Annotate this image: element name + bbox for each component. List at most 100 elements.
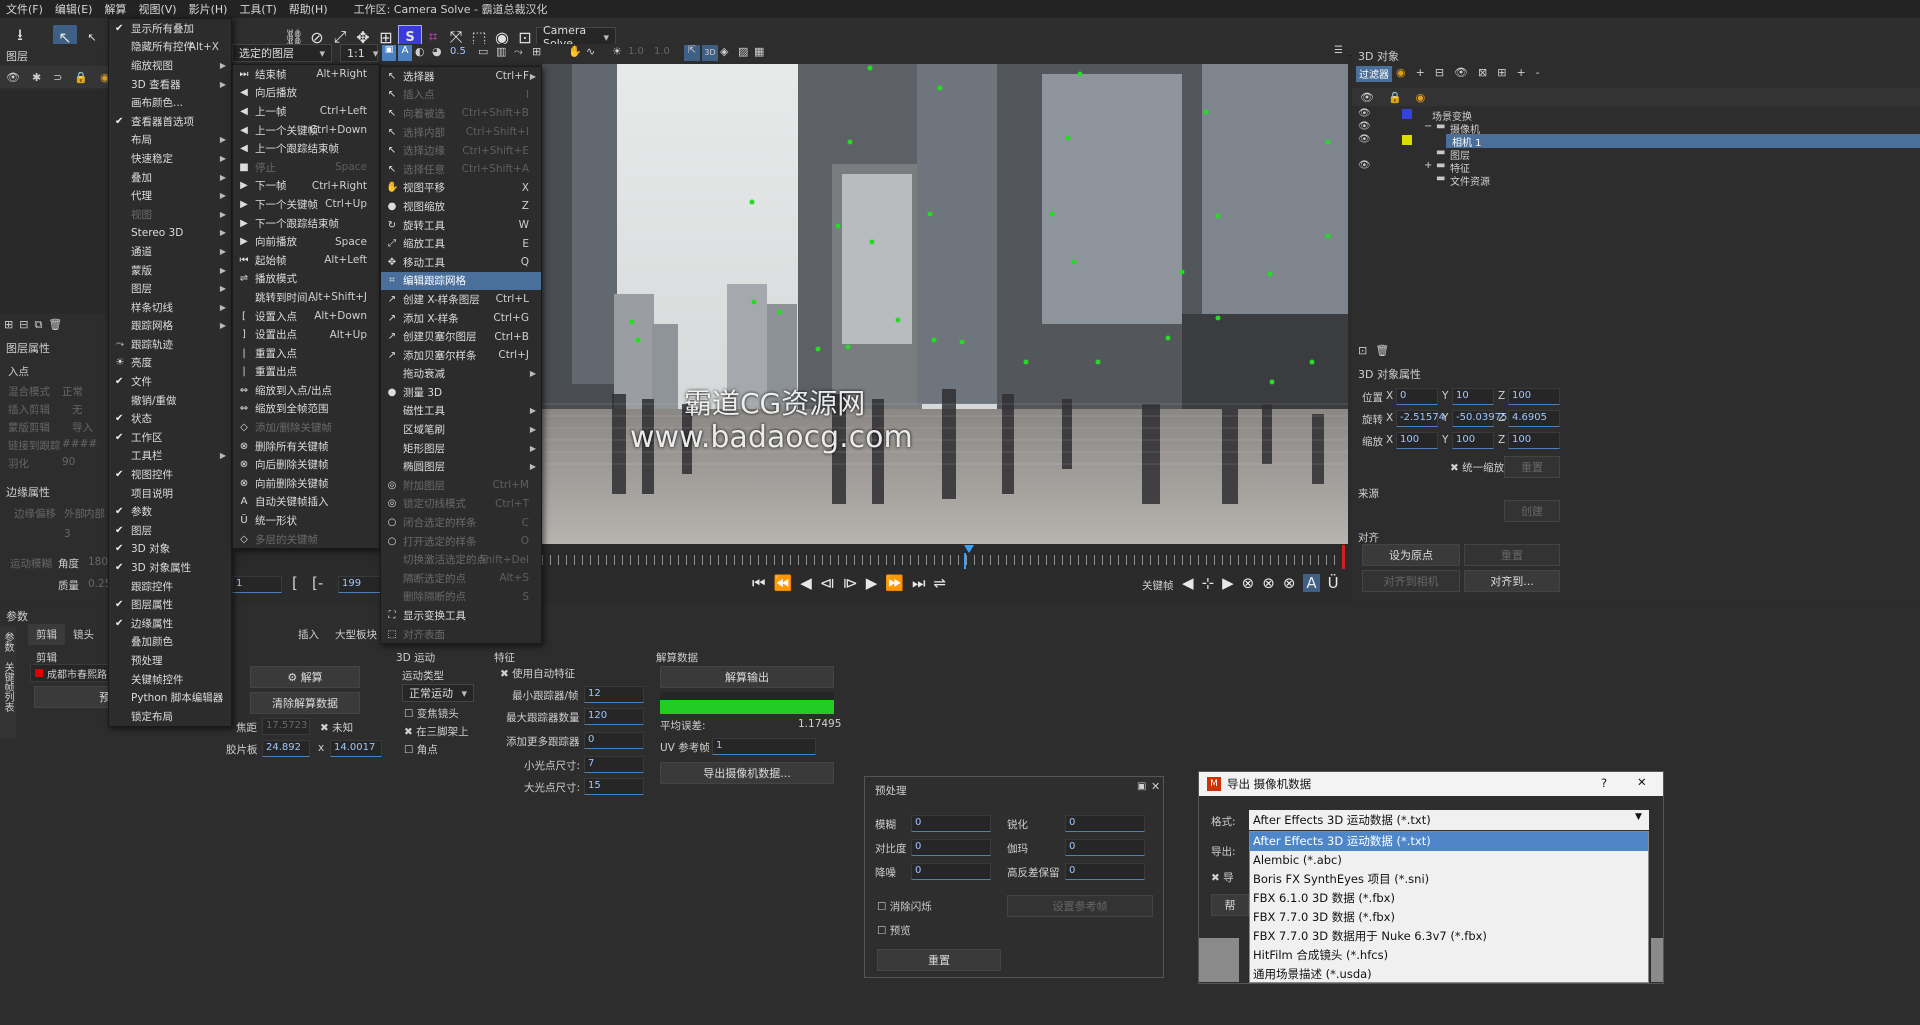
view-menu-item[interactable]: 图层 ▶ xyxy=(109,279,231,298)
motion-blur-label[interactable]: 运动模糊 xyxy=(10,556,52,571)
tree-eye-icon[interactable]: 👁 xyxy=(1358,134,1371,145)
autokey-icon[interactable]: A xyxy=(1303,574,1320,592)
set-in-icon[interactable]: [ xyxy=(292,574,298,592)
dup-layer-icon[interactable]: ⊟ xyxy=(19,318,28,332)
clip-menu-item[interactable]: ▶ 向前播放 Space xyxy=(233,232,379,251)
add-icon[interactable]: + xyxy=(1416,66,1425,79)
view-menu-item[interactable]: 叠加 ▶ xyxy=(109,168,231,187)
view-menu-item[interactable]: 项目说明 xyxy=(109,484,231,503)
monitor-icon[interactable]: ▭ xyxy=(478,45,488,58)
tool-menu-item[interactable]: ● 测量 3D xyxy=(381,383,541,402)
prev-key-icon[interactable]: ⏪ xyxy=(774,574,793,592)
eye-icon[interactable]: 👁 xyxy=(6,71,20,84)
view-menu-item[interactable]: 画布颜色... xyxy=(109,93,231,112)
tool-menu-item[interactable]: ⛶ 显示变换工具 xyxy=(381,606,541,625)
menu-tools[interactable]: 工具(T) xyxy=(239,1,276,17)
format-option[interactable]: FBX 6.1.0 3D 数据 (*.fbx) xyxy=(1250,889,1648,908)
view-menu-item[interactable]: 快速稳定 ▶ xyxy=(109,149,231,168)
uv-ref-field[interactable]: 1 xyxy=(712,738,816,755)
min-trackers-field[interactable]: 12 xyxy=(584,686,644,703)
color-col-icon[interactable]: ◉ xyxy=(1416,91,1426,104)
format-option[interactable]: FBX 7.7.0 3D 数据用于 Nuke 6.3v7 (*.fbx) xyxy=(1250,927,1648,946)
overlay-icon[interactable]: ◐ xyxy=(415,45,425,58)
close-icon[interactable]: ✕ xyxy=(1637,775,1647,789)
menu-solve[interactable]: 解算 xyxy=(104,1,126,17)
clip-menu-item[interactable]: ◀ 上一帧 Ctrl+Left xyxy=(233,102,379,121)
add-trackers-field[interactable]: 0 xyxy=(584,732,644,749)
tab-clip[interactable]: 剪辑 xyxy=(28,624,65,645)
clip-menu-item[interactable]: ▶ 下一帧 Ctrl+Right xyxy=(233,177,379,196)
view-menu-item[interactable]: ✔ 图层属性 xyxy=(109,595,231,614)
view-menu-item[interactable]: 预处理 xyxy=(109,651,231,670)
tool-menu-item[interactable]: ↗ 创建贝塞尔图层 Ctrl+B xyxy=(381,327,541,346)
menu-help[interactable]: 帮助(H) xyxy=(289,1,328,17)
collapse-icon[interactable]: − xyxy=(1424,121,1432,132)
view-menu-item[interactable]: 样条切线 ▶ xyxy=(109,298,231,317)
tool-menu-item[interactable]: ↗ 添加 X-样条 Ctrl+G xyxy=(381,309,541,328)
tool-menu-item[interactable]: 磁性工具 ▶ xyxy=(381,402,541,421)
gamma-value[interactable]: 1.0 xyxy=(654,46,670,57)
clip-menu-item[interactable]: ⇔ 缩放到全帧范围 xyxy=(233,400,379,419)
play-back-icon[interactable]: ◀ xyxy=(800,574,812,592)
tool-menu-item[interactable]: ✥ 移动工具 Q xyxy=(381,253,541,272)
alpha-icon[interactable]: A xyxy=(398,45,412,61)
clip-menu-item[interactable]: ▶ 下一个关键帧 Ctrl+Up xyxy=(233,195,379,214)
pos-x-field[interactable]: 0 xyxy=(1396,388,1438,405)
tool-menu-item[interactable]: ↻ 旋转工具 W xyxy=(381,216,541,235)
view-menu-item[interactable]: 蒙版 ▶ xyxy=(109,261,231,280)
tree-eye-icon[interactable]: 👁 xyxy=(1358,121,1371,132)
tree-color-swatch[interactable] xyxy=(1402,109,1412,119)
clip-menu-item[interactable]: ⊗ 向前删除关键帧 xyxy=(233,474,379,493)
view-menu-item[interactable]: 工具栏 ▶ xyxy=(109,447,231,466)
corner-checkbox[interactable]: ☐ 角点 xyxy=(404,742,438,757)
view-menu-item[interactable]: ✔ 图层 xyxy=(109,521,231,540)
focal-field[interactable]: 17.5723 xyxy=(262,718,310,735)
format-option[interactable]: Alembic (*.abc) xyxy=(1250,851,1648,870)
delete-key-icon[interactable]: ⊗ xyxy=(1242,574,1255,592)
view-menu-item[interactable]: ✔ 视图控件 xyxy=(109,465,231,484)
clear-solve-button[interactable]: 清除解算数据 xyxy=(250,692,360,714)
angle-value[interactable]: 180 xyxy=(88,556,108,568)
preview-checkbox[interactable]: ☐ 预览 xyxy=(877,923,911,938)
export-checkbox[interactable]: ✖ 导 xyxy=(1211,870,1234,885)
insert-clip-value[interactable]: 无 xyxy=(72,402,83,417)
view-menu-item[interactable]: ✔ 3D 对象属性 xyxy=(109,558,231,577)
tree-row-camera[interactable]: 👁 − ▬ 摄像机 xyxy=(1352,121,1920,136)
tree-row-camera1[interactable]: 👁 相机 1 xyxy=(1352,134,1920,149)
out-frame-field[interactable]: 199 xyxy=(338,576,382,593)
close-icon[interactable]: ✕ xyxy=(1151,780,1160,793)
mask-clip-value[interactable]: 导入 xyxy=(72,420,93,435)
tracks-icon[interactable]: ⤳ xyxy=(514,45,523,59)
tree-row-scene[interactable]: 👁 场景变换 xyxy=(1352,108,1920,123)
highpass-field[interactable]: 0 xyxy=(1065,863,1145,880)
next-key-icon[interactable]: ⏩ xyxy=(885,574,904,592)
split-icon[interactable]: ▥ xyxy=(496,45,506,58)
view-menu-item[interactable]: 3D 查看器 ▶ xyxy=(109,75,231,94)
scl-x-field[interactable]: 100 xyxy=(1396,432,1438,449)
rot-z-field[interactable]: 4.6905 xyxy=(1508,410,1560,427)
view-menu-item[interactable]: Python 脚本编辑器 xyxy=(109,688,231,707)
format-option[interactable]: Boris FX SynthEyes 项目 (*.sni) xyxy=(1250,870,1648,889)
motion-type-select[interactable]: 正常运动 xyxy=(402,684,474,702)
mesh-icon[interactable]: ⊠ xyxy=(1478,66,1487,79)
tool-menu-item[interactable]: ● 视图缩放 Z xyxy=(381,197,541,216)
copy-layer-icon[interactable]: ⧉ xyxy=(34,318,42,332)
layer-select[interactable]: 选定的图层 xyxy=(232,44,332,62)
tool-menu-item[interactable]: 椭圆图层 ▶ xyxy=(381,457,541,476)
clip-menu-item[interactable]: A 自动关键帧插入 xyxy=(233,493,379,512)
export-help-button[interactable]: 帮 xyxy=(1211,894,1249,916)
format-dropdown-list[interactable]: After Effects 3D 运动数据 (*.txt) Alembic (*… xyxy=(1249,831,1649,983)
denoise-field[interactable]: 0 xyxy=(911,863,991,880)
channel-a-icon[interactable]: ▣ xyxy=(382,45,396,61)
clip-menu-item[interactable]: ⇔ 缩放到入点/出点 xyxy=(233,381,379,400)
tool-menu-item[interactable]: ✋ 视图平移 X xyxy=(381,179,541,198)
preprocess-reset-button[interactable]: 重置 xyxy=(877,949,1001,971)
link-icon[interactable]: ⊃ xyxy=(53,71,62,84)
deflicker-checkbox[interactable]: ☐ 消除闪烁 xyxy=(877,899,932,914)
rot-x-field[interactable]: -2.51574 xyxy=(1396,410,1445,427)
view-menu-item[interactable]: ✔ 查看器首选项 xyxy=(109,112,231,131)
blend-mode-value[interactable]: 正常 xyxy=(62,384,83,399)
tree-row-assets[interactable]: ▬ 文件资源 xyxy=(1352,173,1920,188)
auto-features-checkbox[interactable]: ✖ 使用自动特征 xyxy=(500,666,575,681)
delete-layer-icon[interactable]: 🗑 xyxy=(48,318,62,332)
